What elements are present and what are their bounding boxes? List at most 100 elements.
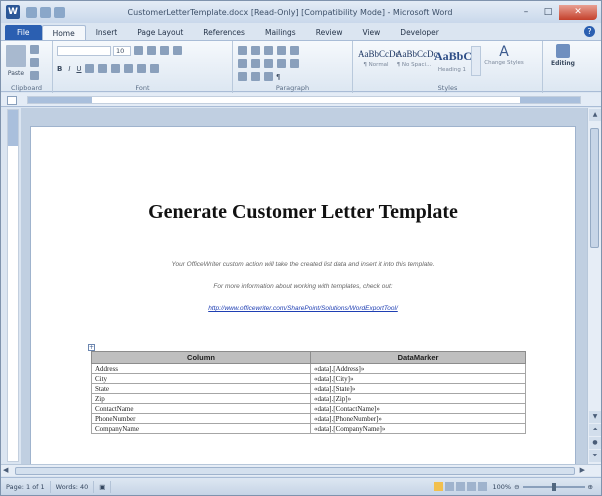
zoom-out-icon[interactable]: ⊖ xyxy=(514,483,519,491)
decrease-indent-icon[interactable] xyxy=(277,46,286,55)
zoom-slider-knob[interactable] xyxy=(551,482,556,491)
subscript-icon[interactable] xyxy=(97,64,107,73)
datamarker-cell[interactable]: «data].[State]» xyxy=(310,383,526,394)
text-effects-icon[interactable] xyxy=(123,64,133,73)
tab-home[interactable]: Home xyxy=(41,25,86,40)
tab-developer[interactable]: Developer xyxy=(390,25,449,40)
tab-file[interactable]: File xyxy=(5,25,42,40)
font-name-box[interactable] xyxy=(57,45,111,56)
word-app-icon[interactable]: W xyxy=(6,5,20,19)
column-cell[interactable]: CompanyName xyxy=(91,423,311,434)
clear-formatting-icon[interactable] xyxy=(173,46,182,55)
document-page[interactable]: Generate Customer Letter Template Your O… xyxy=(30,126,576,464)
format-painter-icon[interactable] xyxy=(30,71,39,80)
column-cell[interactable]: State xyxy=(91,383,311,394)
change-styles-button[interactable]: A Change Styles xyxy=(484,44,524,66)
shrink-font-icon[interactable] xyxy=(147,46,156,55)
zoom-in-icon[interactable]: ⊕ xyxy=(588,483,593,491)
scroll-right-arrow-icon[interactable]: ▶ xyxy=(580,466,585,474)
editing-button[interactable]: Editing xyxy=(547,44,579,67)
page-count[interactable]: Page: 1 of 1 xyxy=(1,480,51,493)
next-page-icon[interactable]: ⏷ xyxy=(589,450,601,462)
column-cell[interactable]: ContactName xyxy=(91,403,311,414)
grow-font-icon[interactable] xyxy=(134,46,143,55)
draft-view-icon[interactable] xyxy=(477,482,487,491)
vertical-scroll-thumb[interactable] xyxy=(590,128,599,248)
column-cell[interactable]: Address xyxy=(91,363,311,374)
previous-page-icon[interactable]: ⏶ xyxy=(589,424,601,436)
zoom-level[interactable]: 100% xyxy=(493,483,512,491)
paste-icon[interactable] xyxy=(6,45,26,67)
align-right-icon[interactable] xyxy=(264,59,273,68)
redo-icon[interactable] xyxy=(54,6,65,18)
font-size-box[interactable]: 10 xyxy=(113,45,131,56)
tab-insert[interactable]: Insert xyxy=(86,25,128,40)
window-title: CustomerLetterTemplate.docx [Read-Only] … xyxy=(127,7,453,17)
numbering-icon[interactable] xyxy=(251,46,260,55)
tab-view[interactable]: View xyxy=(352,25,390,40)
copy-icon[interactable] xyxy=(30,58,39,67)
datamarker-cell[interactable]: «data].[CompanyName]» xyxy=(310,423,526,434)
multilevel-list-icon[interactable] xyxy=(264,46,273,55)
web-layout-view-icon[interactable] xyxy=(455,482,465,491)
bullets-icon[interactable] xyxy=(238,46,247,55)
align-center-icon[interactable] xyxy=(251,59,260,68)
vertical-scrollbar[interactable]: ▲ ▼ ⏶ ● ⏷ xyxy=(587,108,601,464)
highlight-icon[interactable] xyxy=(136,64,146,73)
justify-icon[interactable] xyxy=(277,59,286,68)
tab-mailings[interactable]: Mailings xyxy=(255,25,306,40)
close-button[interactable]: ✕ xyxy=(559,4,597,20)
tab-review[interactable]: Review xyxy=(306,25,353,40)
zoom-slider[interactable] xyxy=(522,482,585,491)
tab-selector[interactable] xyxy=(7,96,17,105)
styles-more-button[interactable] xyxy=(471,46,481,76)
minimize-button[interactable]: – xyxy=(515,5,537,20)
save-icon[interactable] xyxy=(26,6,37,18)
column-cell[interactable]: Zip xyxy=(91,393,311,404)
cut-icon[interactable] xyxy=(30,45,39,54)
full-screen-reading-view-icon[interactable] xyxy=(444,482,454,491)
show-formatting-icon[interactable]: ¶ xyxy=(276,73,280,81)
datamarker-cell[interactable]: «data].[Zip]» xyxy=(310,393,526,404)
outline-view-icon[interactable] xyxy=(466,482,476,491)
font-color-icon[interactable] xyxy=(149,64,159,73)
print-layout-view-icon[interactable] xyxy=(433,482,443,491)
column-cell[interactable]: PhoneNumber xyxy=(91,413,311,424)
strikethrough-icon[interactable] xyxy=(84,64,94,73)
undo-icon[interactable] xyxy=(40,6,51,18)
browse-object-icon[interactable]: ● xyxy=(589,437,601,449)
help-icon[interactable]: ? xyxy=(584,26,595,37)
table-move-handle[interactable]: + xyxy=(88,344,95,351)
ruler-track[interactable] xyxy=(27,96,581,104)
tab-page-layout[interactable]: Page Layout xyxy=(127,25,193,40)
datamarker-cell[interactable]: «data].[City]» xyxy=(310,373,526,384)
align-left-icon[interactable] xyxy=(238,59,247,68)
shading-icon[interactable] xyxy=(238,72,247,81)
style-heading-1[interactable]: AaBbC Heading 1 xyxy=(434,46,472,76)
style-normal[interactable]: AaBbCcDc ¶ Normal xyxy=(358,46,400,76)
horizontal-scroll-thumb[interactable] xyxy=(15,467,575,475)
underline-button[interactable]: U xyxy=(76,65,81,73)
datamarker-cell[interactable]: «data].[PhoneNumber]» xyxy=(310,413,526,424)
change-case-icon[interactable] xyxy=(160,46,169,55)
tab-references[interactable]: References xyxy=(193,25,255,40)
style-no-spacing[interactable]: AaBbCcDc ¶ No Spaci... xyxy=(396,46,438,76)
column-cell[interactable]: City xyxy=(91,373,311,384)
bold-button[interactable]: B xyxy=(57,65,62,73)
italic-button[interactable]: I xyxy=(68,65,70,73)
superscript-icon[interactable] xyxy=(110,64,120,73)
increase-indent-icon[interactable] xyxy=(290,46,299,55)
proofing-icon[interactable]: ▣ xyxy=(94,480,112,493)
horizontal-scrollbar[interactable]: ◀ ▶ xyxy=(1,464,601,476)
scroll-left-arrow-icon[interactable]: ◀ xyxy=(3,466,8,474)
maximize-button[interactable]: □ xyxy=(537,5,559,20)
datamarker-cell[interactable]: «data].[Address]» xyxy=(310,363,526,374)
scroll-down-arrow-icon[interactable]: ▼ xyxy=(589,411,601,423)
datamarker-cell[interactable]: «data].[ContactName]» xyxy=(310,403,526,414)
scroll-up-arrow-icon[interactable]: ▲ xyxy=(589,109,601,121)
word-count[interactable]: Words: 40 xyxy=(51,480,95,493)
officewriter-link[interactable]: http://www.officewriter.com/SharePoint/S… xyxy=(208,305,398,312)
sort-icon[interactable] xyxy=(264,72,273,81)
borders-icon[interactable] xyxy=(251,72,260,81)
line-spacing-icon[interactable] xyxy=(290,59,299,68)
